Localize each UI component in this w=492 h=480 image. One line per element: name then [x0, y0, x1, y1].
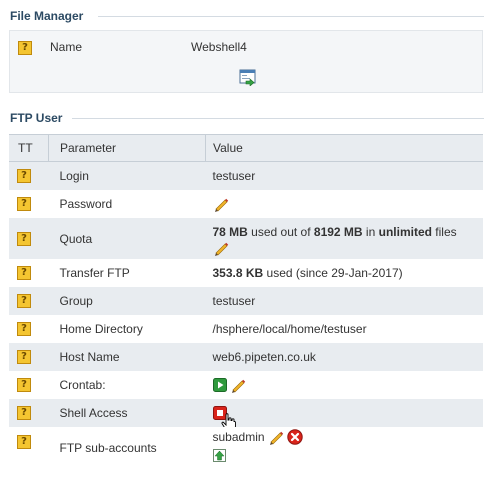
ftp-user-table: TT Parameter Value Login testuser Passwo…	[9, 134, 483, 469]
table-row-login: Login testuser	[9, 161, 483, 190]
help-icon[interactable]	[17, 197, 31, 211]
pencil-icon[interactable]	[268, 429, 284, 445]
file-manager-name-value: Webshell4	[191, 40, 247, 54]
quota-text: in	[362, 224, 379, 239]
transfer-ftp-text: used (since 29-Jan-2017)	[263, 266, 403, 280]
help-icon[interactable]	[17, 435, 31, 449]
host-name-value: web6.pipeten.co.uk	[205, 343, 483, 371]
subaccount-name[interactable]: subadmin	[213, 430, 265, 444]
pencil-icon[interactable]	[213, 196, 229, 212]
help-icon[interactable]	[17, 169, 31, 183]
login-label: Login	[48, 161, 206, 190]
delete-icon[interactable]	[287, 429, 303, 445]
file-manager-name-label: Name	[50, 40, 83, 54]
table-row-shell-access: Shell Access	[9, 399, 483, 431]
file-manager-divider	[98, 16, 484, 17]
shell-access-label: Shell Access	[48, 399, 206, 427]
quota-label: Quota	[48, 218, 206, 259]
table-row-transfer-ftp: Transfer FTP 353.8 KB used (since 29-Jan…	[9, 259, 483, 287]
help-icon[interactable]	[18, 41, 32, 55]
table-row-ftp-subaccounts: FTP sub-accounts subadmin	[9, 427, 483, 469]
quota-text: files	[431, 224, 457, 239]
help-icon[interactable]	[17, 406, 31, 420]
table-row-quota: Quota 78 MB used out of 8192 MB in unlim…	[9, 218, 483, 259]
group-label: Group	[48, 287, 206, 315]
quota-used: 78 MB	[212, 224, 248, 239]
ftp-user-divider	[72, 118, 484, 119]
password-label: Password	[48, 190, 206, 218]
column-header-parameter: Parameter	[48, 134, 206, 162]
help-icon[interactable]	[17, 350, 31, 364]
ftp-user-heading: FTP User	[10, 111, 63, 125]
help-icon[interactable]	[17, 231, 31, 246]
home-directory-label: Home Directory	[48, 315, 206, 343]
transfer-ftp-label: Transfer FTP	[48, 259, 206, 287]
file-manager-heading: File Manager	[10, 9, 84, 23]
group-value: testuser	[205, 287, 483, 315]
column-header-tt: TT	[9, 134, 49, 162]
table-row-password: Password	[9, 190, 483, 218]
quota-text: used out of	[247, 224, 314, 239]
ftp-subaccounts-label: FTP sub-accounts	[48, 427, 206, 469]
table-row-home-directory: Home Directory /hsphere/local/home/testu…	[9, 315, 483, 343]
login-value: testuser	[205, 161, 483, 190]
table-row-host-name: Host Name web6.pipeten.co.uk	[9, 343, 483, 371]
transfer-ftp-amount: 353.8 KB	[212, 266, 264, 280]
quota-files: unlimited	[378, 224, 432, 239]
help-icon[interactable]	[17, 378, 31, 392]
quota-total: 8192 MB	[313, 224, 363, 239]
help-icon[interactable]	[17, 266, 31, 280]
column-header-value: Value	[205, 134, 483, 162]
pencil-icon[interactable]	[213, 240, 229, 256]
help-icon[interactable]	[17, 294, 31, 308]
table-row-group: Group testuser	[9, 287, 483, 315]
open-file-manager-icon[interactable]	[239, 69, 256, 86]
crontab-label: Crontab:	[48, 371, 206, 399]
pencil-icon[interactable]	[230, 377, 246, 393]
table-header-row: TT Parameter Value	[9, 134, 483, 162]
table-row-crontab: Crontab:	[9, 371, 483, 399]
help-icon[interactable]	[17, 322, 31, 336]
host-name-label: Host Name	[48, 343, 206, 371]
home-directory-value: /hsphere/local/home/testuser	[205, 315, 483, 343]
add-icon[interactable]	[212, 449, 226, 462]
play-icon[interactable]	[212, 378, 227, 392]
file-manager-panel: Name Webshell4	[9, 30, 483, 93]
